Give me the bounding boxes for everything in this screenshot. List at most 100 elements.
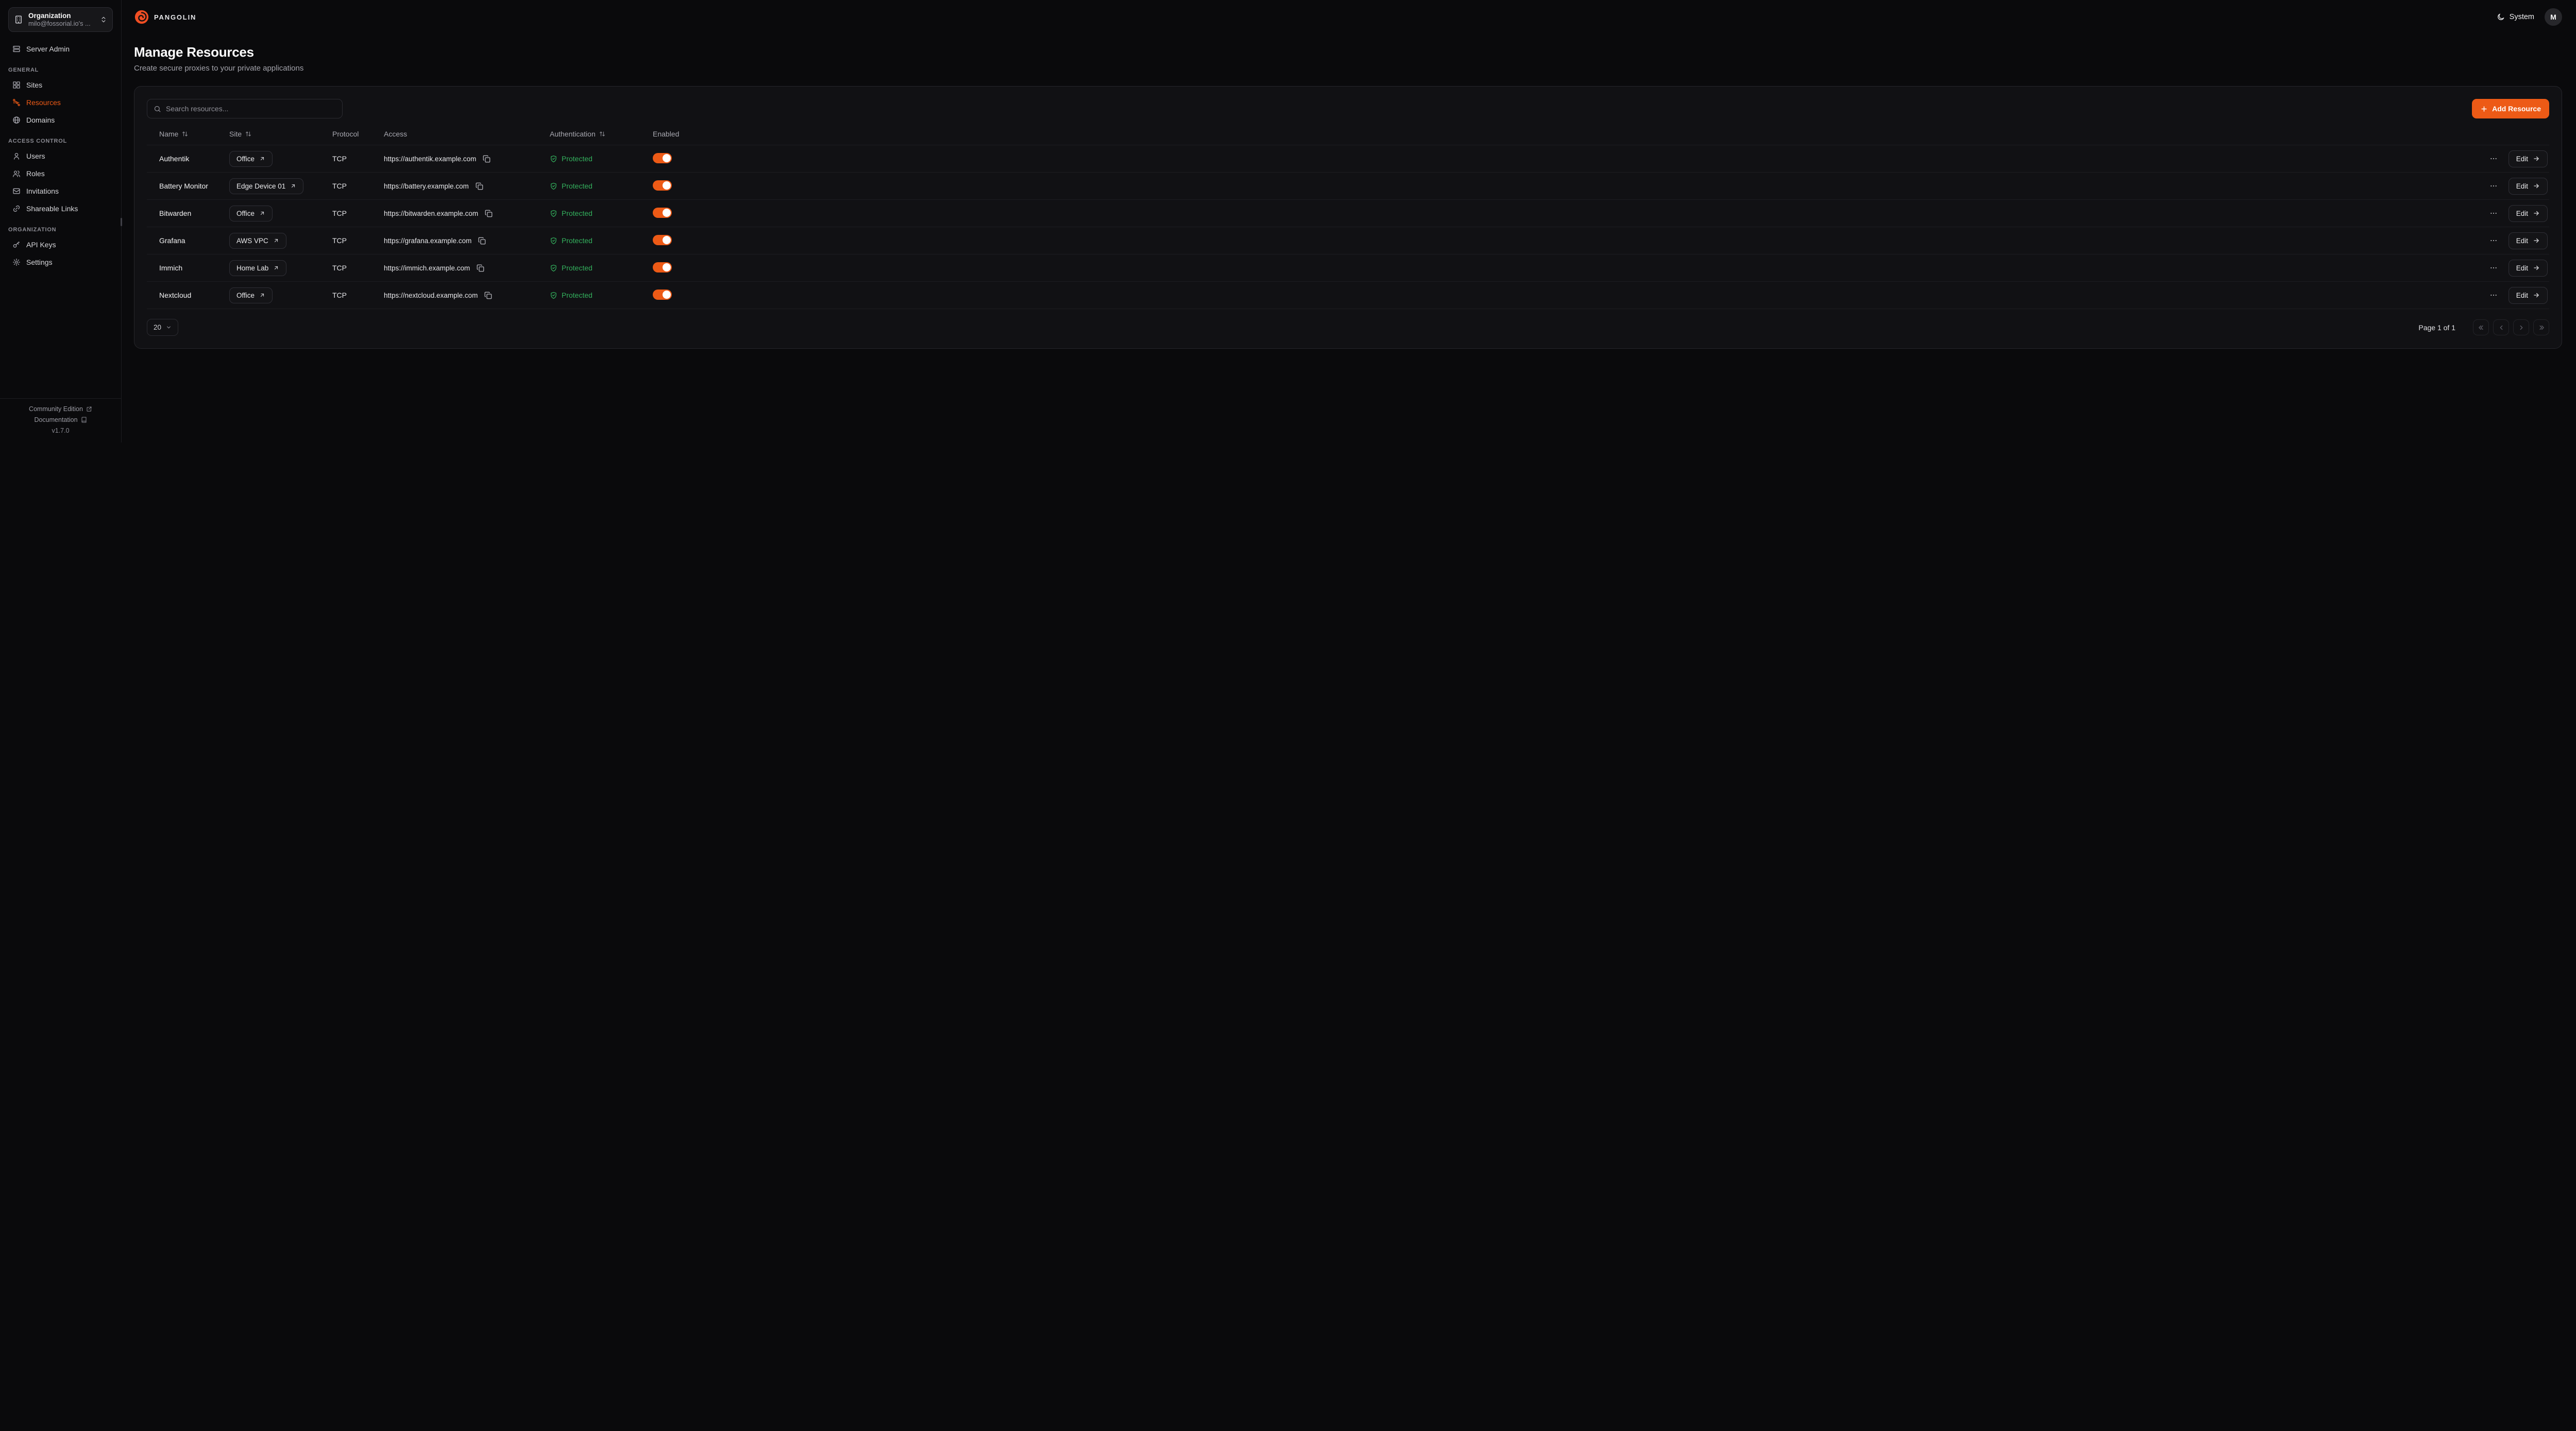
- site-link-button[interactable]: Edge Device 01: [229, 178, 303, 194]
- protocol-value: TCP: [332, 264, 384, 272]
- copy-icon: [476, 182, 483, 190]
- copy-icon: [477, 264, 484, 272]
- resources-card: Add Resource Name Site Protocol Access A…: [134, 86, 2562, 349]
- shield-check-icon: [550, 182, 557, 190]
- table-row: Grafana AWS VPC TCP https://grafana.exam…: [147, 227, 2549, 254]
- arrow-right-icon: [2533, 292, 2540, 299]
- org-selector[interactable]: Organization milo@fossorial.io's ...: [8, 7, 113, 32]
- sidebar-item-api-keys[interactable]: API Keys: [4, 236, 117, 253]
- site-link-button[interactable]: Office: [229, 287, 273, 303]
- sidebar-item-sites[interactable]: Sites: [4, 77, 117, 93]
- arrow-up-right-icon: [259, 292, 265, 298]
- row-menu-button[interactable]: [2487, 289, 2500, 301]
- copy-url-button[interactable]: [474, 181, 484, 191]
- access-url: https://authentik.example.com: [384, 155, 476, 163]
- sidebar-item-settings[interactable]: Settings: [4, 254, 117, 270]
- prev-page-button[interactable]: [2493, 319, 2509, 335]
- edit-button[interactable]: Edit: [2509, 150, 2548, 167]
- site-link-button[interactable]: Office: [229, 151, 273, 167]
- mail-icon: [12, 187, 21, 195]
- org-title: Organization: [28, 12, 95, 20]
- edit-button[interactable]: Edit: [2509, 232, 2548, 249]
- community-edition-link[interactable]: Community Edition: [29, 405, 92, 413]
- column-header-name[interactable]: Name: [159, 130, 188, 138]
- resource-name: Authentik: [159, 155, 229, 163]
- column-header-authentication[interactable]: Authentication: [550, 130, 605, 138]
- pagination: Page 1 of 1: [2418, 319, 2549, 335]
- shield-check-icon: [550, 292, 557, 299]
- enabled-toggle[interactable]: [653, 262, 672, 272]
- arrow-up-right-icon: [273, 265, 279, 271]
- sidebar-item-invitations[interactable]: Invitations: [4, 183, 117, 199]
- sidebar: Organization milo@fossorial.io's ... Ser…: [0, 0, 122, 442]
- plus-icon: [2480, 105, 2488, 113]
- add-resource-button[interactable]: Add Resource: [2472, 99, 2549, 118]
- copy-url-button[interactable]: [483, 291, 493, 300]
- sidebar-item-users[interactable]: Users: [4, 148, 117, 164]
- sidebar-section-access-control: ACCESS CONTROL: [0, 129, 121, 147]
- sidebar-footer: Community Edition Documentation v1.7.0: [0, 398, 121, 442]
- table-row: Bitwarden Office TCP https://bitwarden.e…: [147, 200, 2549, 227]
- site-link-button[interactable]: AWS VPC: [229, 233, 286, 249]
- ellipsis-icon: [2489, 209, 2498, 217]
- copy-icon: [478, 237, 486, 245]
- column-header-site[interactable]: Site: [229, 130, 251, 138]
- chevron-right-icon: [2518, 324, 2525, 331]
- copy-url-button[interactable]: [477, 236, 487, 246]
- external-link-icon: [86, 406, 92, 412]
- enabled-toggle[interactable]: [653, 153, 672, 163]
- brand-name: PANGOLIN: [154, 13, 196, 21]
- arrow-right-icon: [2533, 210, 2540, 217]
- copy-url-button[interactable]: [476, 263, 485, 273]
- arrow-right-icon: [2533, 155, 2540, 162]
- ellipsis-icon: [2489, 182, 2498, 190]
- search-input[interactable]: [166, 105, 336, 113]
- edit-button[interactable]: Edit: [2509, 287, 2548, 304]
- first-page-button[interactable]: [2473, 319, 2489, 335]
- row-menu-button[interactable]: [2487, 152, 2500, 165]
- org-subtitle: milo@fossorial.io's ...: [28, 20, 95, 27]
- sidebar-item-roles[interactable]: Roles: [4, 165, 117, 182]
- row-menu-button[interactable]: [2487, 180, 2500, 192]
- user-avatar[interactable]: M: [2545, 8, 2562, 26]
- page-size-select[interactable]: 20: [147, 319, 178, 336]
- user-icon: [12, 152, 21, 160]
- copy-url-button[interactable]: [484, 209, 494, 218]
- link-icon: [12, 205, 21, 213]
- site-link-button[interactable]: Office: [229, 206, 273, 222]
- edit-button[interactable]: Edit: [2509, 260, 2548, 277]
- ellipsis-icon: [2489, 291, 2498, 299]
- sidebar-nav: Server Admin GENERAL Sites Resources Dom…: [0, 37, 121, 274]
- last-page-button[interactable]: [2533, 319, 2549, 335]
- edit-button[interactable]: Edit: [2509, 178, 2548, 195]
- theme-toggle-button[interactable]: System: [2497, 13, 2534, 21]
- edit-button[interactable]: Edit: [2509, 205, 2548, 222]
- sidebar-resize-handle[interactable]: [121, 218, 122, 226]
- arrow-right-icon: [2533, 264, 2540, 271]
- toggle-knob: [663, 263, 671, 271]
- site-link-button[interactable]: Home Lab: [229, 260, 286, 276]
- enabled-toggle[interactable]: [653, 208, 672, 218]
- ellipsis-icon: [2489, 264, 2498, 272]
- documentation-link[interactable]: Documentation: [34, 416, 87, 423]
- shield-check-icon: [550, 264, 557, 272]
- sidebar-item-domains[interactable]: Domains: [4, 112, 117, 128]
- enabled-toggle[interactable]: [653, 180, 672, 191]
- enabled-toggle[interactable]: [653, 235, 672, 245]
- moon-icon: [2497, 13, 2505, 21]
- arrow-up-right-icon: [259, 210, 265, 216]
- sidebar-item-shareable-links[interactable]: Shareable Links: [4, 200, 117, 217]
- enabled-toggle[interactable]: [653, 289, 672, 300]
- row-menu-button[interactable]: [2487, 234, 2500, 247]
- arrow-right-icon: [2533, 182, 2540, 190]
- table-row: Authentik Office TCP https://authentik.e…: [147, 145, 2549, 173]
- auth-status: Protected: [550, 155, 653, 163]
- sidebar-item-resources[interactable]: Resources: [4, 94, 117, 111]
- copy-icon: [483, 155, 490, 163]
- arrow-up-right-icon: [290, 183, 296, 189]
- copy-url-button[interactable]: [482, 154, 492, 164]
- next-page-button[interactable]: [2513, 319, 2529, 335]
- sidebar-item-server-admin[interactable]: Server Admin: [4, 41, 117, 57]
- row-menu-button[interactable]: [2487, 262, 2500, 274]
- row-menu-button[interactable]: [2487, 207, 2500, 219]
